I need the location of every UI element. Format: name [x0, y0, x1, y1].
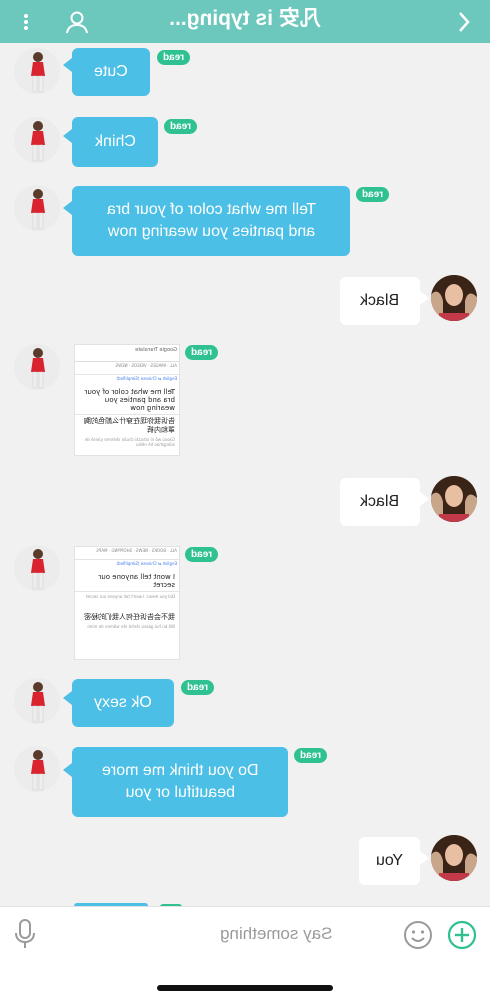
screenshot-hint: Did you mean: I won't tell anyone our se…	[85, 594, 175, 599]
home-indicator	[157, 985, 333, 991]
read-badge: read	[157, 50, 191, 65]
screenshot-target-text: 告诉我你现在穿什么颜色的胸罩和内裤	[84, 417, 175, 434]
message-bubble[interactable]: Do you think me more beautiful or you	[72, 747, 288, 817]
message-bubble[interactable]: You	[359, 837, 420, 885]
message-bubble[interactable]: Black	[340, 478, 420, 526]
screenshot-target-text: 我不会告诉任何人我们的秘密	[84, 613, 175, 621]
read-badge: read	[185, 547, 219, 562]
screenshot-pinyin: Gàosù wǒ nǐ xiànzài chuān shénme yánsè d…	[84, 437, 175, 447]
message-bubble[interactable]: Cute	[72, 48, 150, 96]
read-badge: read	[164, 119, 198, 134]
message-input[interactable]	[220, 919, 390, 949]
read-badge: read	[294, 748, 328, 763]
chat-header: 凡安 is typing...	[0, 0, 490, 43]
message-bubble[interactable]: Chink	[72, 117, 158, 167]
my-avatar[interactable]	[431, 476, 477, 522]
screenshot-tabs: ALL · IMAGES · VIDEOS · NEWS	[75, 362, 179, 375]
message-list[interactable]: Cute read Chink read Tell me what color …	[0, 43, 490, 906]
more-vertical-icon[interactable]	[16, 0, 36, 43]
image-message[interactable]: Google Translate ALL · IMAGES · VIDEOS ·…	[74, 344, 180, 456]
contact-avatar[interactable]	[14, 746, 60, 792]
screenshot-language-row: English ⇄ Chinese (Simplified)	[116, 561, 177, 566]
screenshot-tabs: ALL · BOOKS · NEWS · SHOPPING · MAPS	[75, 547, 179, 560]
screenshot-source-text: I wont tell anyone our secret	[75, 571, 179, 592]
message-bubble[interactable]: Tell me what color of your bra and panti…	[72, 186, 350, 256]
screenshot-pinyin: Wǒ bù huì gàosù rènhé rén wǒmen de mìmì	[87, 624, 175, 629]
my-avatar[interactable]	[431, 275, 477, 321]
chevron-right-icon[interactable]	[452, 0, 476, 43]
screenshot-source-text: Tell me what color of your bra and panti…	[75, 386, 179, 415]
read-badge: read	[181, 680, 215, 695]
microphone-icon[interactable]	[10, 915, 40, 953]
message-bubble[interactable]: Black	[340, 277, 420, 325]
chat-title: 凡安 is typing...	[169, 7, 321, 30]
contact-avatar[interactable]	[14, 117, 60, 163]
read-badge: read	[356, 187, 390, 202]
image-message[interactable]: ALL · BOOKS · NEWS · SHOPPING · MAPS Eng…	[74, 546, 180, 660]
plus-circle-icon[interactable]	[446, 919, 478, 951]
contact-avatar[interactable]	[14, 185, 60, 231]
contact-avatar[interactable]	[14, 678, 60, 724]
screenshot-header: Google Translate	[75, 345, 179, 362]
smiley-icon[interactable]	[402, 919, 434, 951]
screenshot-language-row: English ⇄ Chinese (Simplified)	[116, 376, 177, 381]
contact-avatar[interactable]	[14, 344, 60, 390]
contact-avatar[interactable]	[14, 545, 60, 591]
my-avatar[interactable]	[431, 835, 477, 881]
message-bubble[interactable]: Ok sexy	[72, 679, 174, 727]
contact-avatar[interactable]	[14, 48, 60, 94]
user-icon[interactable]	[62, 0, 92, 43]
read-badge: read	[185, 345, 219, 360]
